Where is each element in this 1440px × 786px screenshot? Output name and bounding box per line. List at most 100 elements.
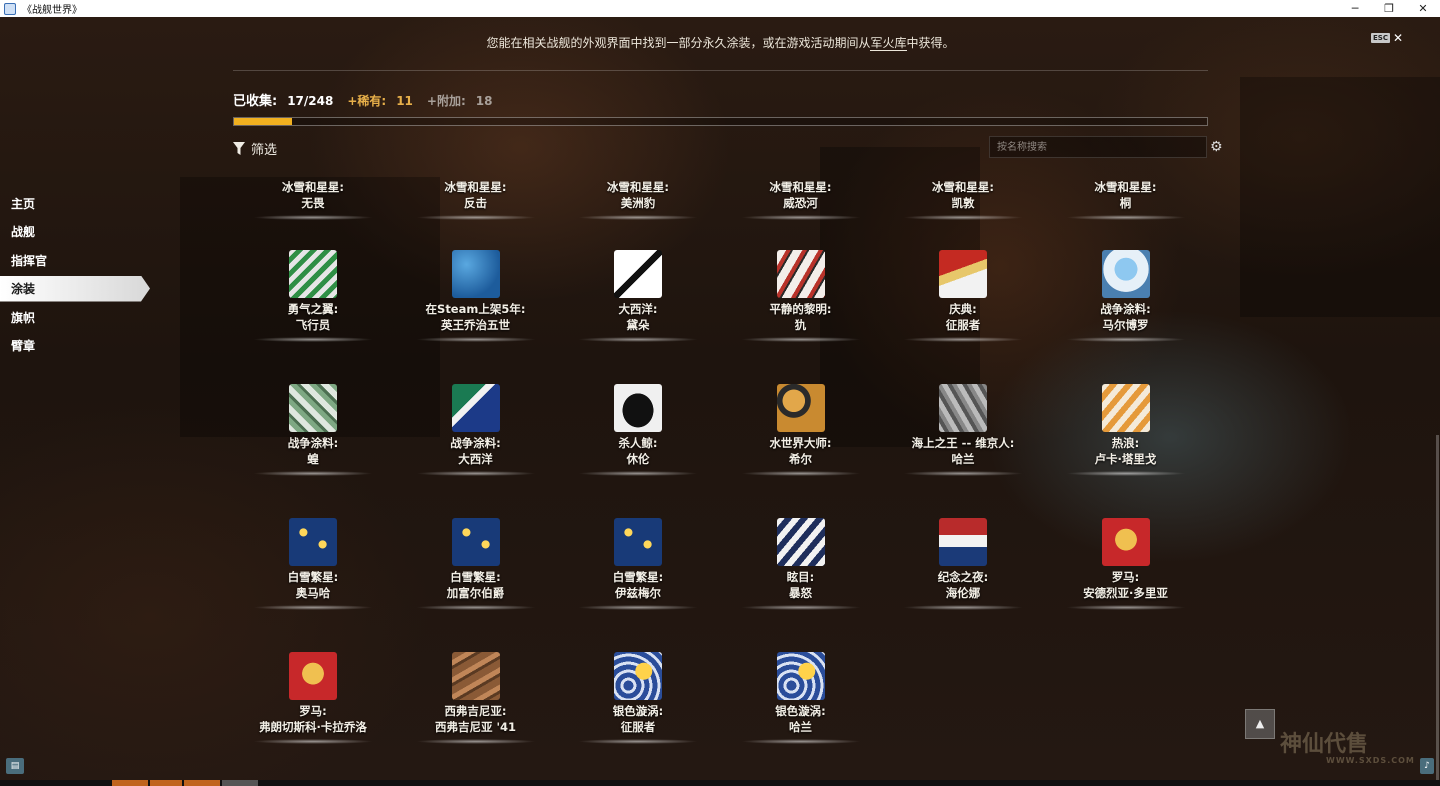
skin-series: 冰雪和星星:	[931, 180, 995, 194]
navy-star-icon	[289, 518, 337, 566]
card-underglow	[903, 215, 1023, 220]
roman-red-gold-icon	[289, 652, 337, 700]
skin-name: 战争涂料: 蝗	[233, 435, 393, 467]
restore-icon[interactable]: ❐	[1372, 2, 1406, 15]
app-icon	[4, 2, 16, 15]
skin-series: 战争涂料:	[450, 436, 501, 450]
skin-card[interactable]: 银色漩涡: 哈兰	[721, 652, 881, 744]
card-underglow	[740, 337, 861, 342]
skin-card[interactable]: 冰雪和星星: 反击	[396, 176, 556, 220]
skin-name: 银色漩涡: 征服者	[558, 703, 718, 735]
skin-card[interactable]: 白雪繁星: 奥马哈	[233, 518, 393, 610]
skin-ship: 弗朗切斯科·卡拉乔洛	[259, 720, 367, 734]
card-underglow	[578, 215, 698, 220]
orange-white-icon	[1101, 384, 1150, 432]
skin-card[interactable]: 勇气之翼: 飞行员	[233, 250, 393, 342]
skin-card[interactable]: 杀人鲸: 休伦	[558, 384, 718, 476]
card-underglow	[415, 739, 536, 744]
skin-ship: 加富尔伯爵	[446, 586, 505, 600]
esc-close-button[interactable]: ESC ✕	[1371, 31, 1403, 45]
skin-ship: 无畏	[301, 196, 325, 210]
skin-card[interactable]: 冰雪和星星: 桐	[1046, 176, 1206, 220]
skin-name: 冰雪和星星: 反击	[396, 179, 556, 211]
card-underglow	[253, 215, 373, 220]
red-blue-white-icon	[939, 518, 987, 566]
skin-card[interactable]: 在Steam上架5年: 英王乔治五世	[396, 250, 556, 342]
skin-name: 罗马: 安德烈亚·多里亚	[1046, 569, 1206, 601]
card-underglow	[903, 605, 1023, 610]
skin-card[interactable]: 冰雪和星星: 无畏	[233, 176, 393, 220]
card-underglow	[740, 471, 861, 476]
chat-icon[interactable]: ▤	[6, 758, 24, 774]
skin-card[interactable]: 战争涂料: 蝗	[233, 384, 393, 476]
skin-name: 海上之王 -- 维京人: 哈兰	[883, 435, 1043, 467]
card-underglow	[253, 337, 373, 342]
skin-card[interactable]: 白雪繁星: 加富尔伯爵	[396, 518, 556, 610]
card-underglow	[1065, 605, 1186, 610]
skin-card[interactable]: 冰雪和星星: 威恐河	[721, 176, 881, 220]
skin-card[interactable]: 庆典: 征服者	[883, 250, 1043, 342]
skin-series: 杀人鲸:	[618, 436, 658, 450]
bottom-taskbar	[0, 780, 1440, 786]
skin-name: 冰雪和星星: 美洲豹	[558, 179, 718, 211]
skin-card[interactable]: 银色漩涡: 征服者	[558, 652, 718, 744]
skin-card[interactable]: 战争涂料: 马尔博罗	[1046, 250, 1206, 342]
card-underglow	[415, 471, 536, 476]
skin-series: 平静的黎明:	[769, 302, 832, 316]
skin-series: 热浪:	[1111, 436, 1140, 450]
sidebar-item-1[interactable]: 战舰	[0, 219, 150, 245]
sidebar-item-5[interactable]: 臂章	[0, 333, 150, 359]
sidebar-item-0[interactable]: 主页	[0, 190, 150, 216]
skin-series: 纪念之夜:	[937, 570, 989, 584]
skin-name: 勇气之翼: 飞行员	[233, 301, 393, 333]
skin-card[interactable]: 大西洋: 黛朵	[558, 250, 718, 342]
skin-card[interactable]: 纪念之夜: 海伦娜	[883, 518, 1043, 610]
card-underglow	[740, 215, 861, 220]
scroll-to-top-button[interactable]: ▲	[1245, 709, 1275, 739]
skin-card[interactable]: 罗马: 安德烈亚·多里亚	[1046, 518, 1206, 610]
skin-series: 西弗吉尼亚:	[444, 704, 507, 718]
skin-ship: 休伦	[626, 452, 650, 466]
minimize-icon[interactable]: ─	[1338, 2, 1372, 15]
skin-name: 冰雪和星星: 桐	[1046, 179, 1206, 211]
skin-card[interactable]: 战争涂料: 大西洋	[396, 384, 556, 476]
skin-card[interactable]: 罗马: 弗朗切斯科·卡拉乔洛	[233, 652, 393, 744]
skin-card[interactable]: 白雪繁星: 伊兹梅尔	[558, 518, 718, 610]
card-underglow	[903, 337, 1023, 342]
skin-card[interactable]: 平静的黎明: 犰	[721, 250, 881, 342]
skin-card[interactable]: 海上之王 -- 维京人: 哈兰	[883, 384, 1043, 476]
skin-name: 热浪: 卢卡·塔里戈	[1046, 435, 1206, 467]
amber-camo-icon	[776, 384, 825, 432]
card-underglow	[578, 739, 698, 744]
navy-star-icon	[614, 518, 662, 566]
skin-card[interactable]: 眩目: 暴怒	[721, 518, 881, 610]
skin-card[interactable]: 水世界大师: 希尔	[721, 384, 881, 476]
skin-name: 眩目: 暴怒	[721, 569, 881, 601]
skin-card[interactable]: 冰雪和星星: 美洲豹	[558, 176, 718, 220]
skin-name: 庆典: 征服者	[883, 301, 1043, 333]
notification-bell-icon[interactable]: ♪	[1420, 758, 1434, 774]
skin-ship: 伊兹梅尔	[615, 586, 661, 600]
skin-name: 杀人鲸: 休伦	[558, 435, 718, 467]
watermark-logo: 神仙代售 WWW.SXDS.COM	[1280, 732, 1415, 765]
settings-gear-icon[interactable]: ⚙	[1210, 139, 1224, 155]
sidebar-item-2[interactable]: 指挥官	[0, 247, 150, 273]
sidebar-item-3[interactable]: 涂装	[0, 275, 150, 302]
skin-ship: 哈兰	[789, 720, 812, 734]
skin-ship: 美洲豹	[620, 196, 656, 210]
skin-series: 庆典:	[949, 302, 977, 316]
skin-card[interactable]: 冰雪和星星: 凯敦	[883, 176, 1043, 220]
sidebar-item-4[interactable]: 旗帜	[0, 304, 150, 330]
blue-green-camo-icon	[451, 384, 500, 432]
skin-name: 纪念之夜: 海伦娜	[883, 569, 1043, 601]
skin-card[interactable]: 热浪: 卢卡·塔里戈	[1046, 384, 1206, 476]
card-underglow	[253, 739, 373, 744]
skins-grid: 冰雪和星星: 无畏 冰雪和星星: 反击 冰雪和星星: 美洲豹 冰雪和星星: 威恐河 冰雪和星星:…	[233, 0, 1208, 786]
skin-series: 在Steam上架5年:	[425, 302, 526, 316]
close-window-icon[interactable]: ✕	[1406, 2, 1440, 15]
card-underglow	[415, 215, 536, 220]
green-white-stripes-icon	[289, 250, 337, 298]
skin-ship: 英王乔治五世	[441, 318, 510, 332]
skin-series: 银色漩涡:	[775, 704, 826, 718]
skin-card[interactable]: 西弗吉尼亚: 西弗吉尼亚 '41	[396, 652, 556, 744]
